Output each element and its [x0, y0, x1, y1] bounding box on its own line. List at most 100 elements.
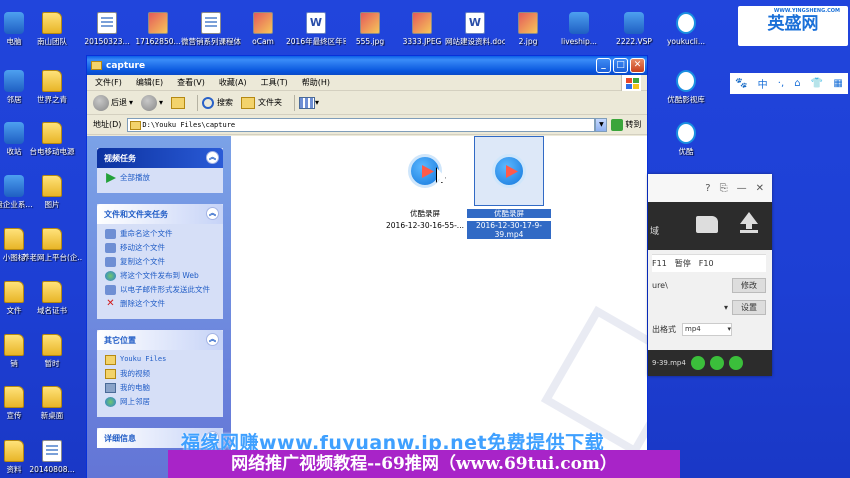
- minimize-button[interactable]: _: [596, 58, 611, 73]
- menu-file[interactable]: 文件(F): [95, 77, 122, 88]
- task-play-all[interactable]: 全部播放: [105, 173, 217, 183]
- desktop-icon[interactable]: 图片: [22, 175, 82, 209]
- desktop-icon[interactable]: 2222.VSP: [604, 12, 664, 46]
- play-circle-icon[interactable]: [690, 356, 705, 370]
- menu-help[interactable]: 帮助(H): [302, 77, 330, 88]
- desktop-icon[interactable]: 微营销系列课程体...: [181, 12, 241, 46]
- task-label: 复制这个文件: [120, 257, 165, 266]
- dropdown-arrow-icon[interactable]: ▾: [724, 303, 728, 312]
- back-button[interactable]: 后退 ▾: [93, 94, 133, 111]
- tool-button[interactable]: ⌂: [794, 78, 800, 89]
- place-network[interactable]: 网上邻居: [105, 397, 217, 407]
- format-value: mp4: [685, 325, 701, 333]
- search-button[interactable]: 搜索: [202, 96, 234, 109]
- folder-icon[interactable]: [696, 216, 718, 233]
- desktop-icon[interactable]: 暂时: [22, 334, 82, 368]
- desktop-icon[interactable]: 优酷影视库: [656, 70, 716, 104]
- menu-favorites[interactable]: 收藏(A): [219, 77, 247, 88]
- desktop-icon[interactable]: youkucli...: [656, 12, 716, 46]
- menu-edit[interactable]: 编辑(E): [136, 77, 163, 88]
- tool-button[interactable]: ·,: [778, 78, 784, 89]
- desktop-icon[interactable]: oCam: [233, 12, 293, 46]
- task-publish-web[interactable]: 将这个文件发布到 Web: [105, 271, 217, 281]
- desktop-icon[interactable]: 世界之青: [22, 70, 82, 104]
- place-my-computer[interactable]: 我的电脑: [105, 383, 217, 393]
- task-delete[interactable]: ✕ 删除这个文件: [105, 299, 217, 309]
- place-youku-files[interactable]: Youku Files: [105, 355, 217, 365]
- other-places-header[interactable]: 其它位置 ︽: [97, 330, 223, 350]
- file-item-selected[interactable]: 优酷录屏 2016-12-30-17-9-39.mp4: [467, 136, 551, 239]
- go-arrow-icon: [611, 118, 624, 131]
- desktop-icon[interactable]: W 网站建设资料.docx: [445, 12, 505, 46]
- task-pane: 视频任务 ︽ 全部播放 文件和文件夹任务 ︽ 重命名这个文件 移动这个文件 复制…: [87, 136, 231, 478]
- desktop-icon-label: 2222.VSP: [616, 37, 652, 46]
- folder-icon: [105, 369, 116, 379]
- desktop-icon[interactable]: 域名证书: [22, 281, 82, 315]
- search-label: 搜索: [217, 98, 234, 107]
- tool-button[interactable]: 🐾: [735, 78, 747, 89]
- desktop-icon-label: liveship...: [561, 37, 597, 46]
- desktop-icon[interactable]: 20140808...: [22, 440, 82, 474]
- desktop-icon[interactable]: liveship...: [549, 12, 609, 46]
- folders-button[interactable]: 文件夹: [241, 96, 282, 109]
- globe-icon: [105, 271, 116, 281]
- desktop-icon[interactable]: 新桌面: [22, 386, 82, 420]
- up-folder-icon: [171, 96, 186, 109]
- tool-button[interactable]: ▦: [833, 78, 842, 89]
- desktop-icon-label: 台电移动电源: [29, 147, 75, 156]
- close-icon[interactable]: ✕: [756, 183, 764, 194]
- img-icon: [360, 12, 380, 34]
- maximize-button[interactable]: □: [613, 58, 628, 73]
- tool-button[interactable]: 👕: [811, 78, 823, 89]
- help-icon[interactable]: ?: [705, 183, 710, 194]
- file-item[interactable]: 优酷录屏 2016-12-30-16-55-...: [383, 136, 467, 230]
- file-list[interactable]: 优酷录屏 2016-12-30-16-55-... 优酷录屏 2016-12-3…: [231, 136, 647, 478]
- address-input[interactable]: D:\Youku Files\capture: [127, 117, 596, 132]
- video-tasks-header[interactable]: 视频任务 ︽: [97, 148, 223, 168]
- forward-button[interactable]: ▾: [141, 94, 163, 111]
- video-tasks-panel: 视频任务 ︽ 全部播放: [97, 148, 223, 193]
- desktop-icon[interactable]: 17162850...: [128, 12, 188, 46]
- title-bar[interactable]: capture _ □ ✕: [87, 56, 647, 75]
- upload-circle-icon[interactable]: [709, 356, 724, 370]
- desktop-icon[interactable]: W 2016年最终区年审...: [286, 12, 346, 46]
- collapse-icon[interactable]: ︽: [206, 151, 219, 164]
- format-select[interactable]: mp4 ▾: [682, 322, 732, 336]
- go-label: 转到: [625, 120, 642, 129]
- tool-button[interactable]: 中: [758, 76, 768, 91]
- folder-icon: [4, 386, 24, 408]
- task-copy[interactable]: 复制这个文件: [105, 257, 217, 267]
- desktop-icon-label: 南山团队: [37, 37, 67, 46]
- explorer-window[interactable]: capture _ □ ✕ 文件(F) 编辑(E) 查看(V) 收藏(A) 工具…: [86, 55, 648, 478]
- close-button[interactable]: ✕: [630, 58, 645, 73]
- task-email[interactable]: 以电子邮件形式发送此文件: [105, 285, 217, 295]
- menu-view[interactable]: 查看(V): [177, 77, 205, 88]
- window-title: capture: [106, 60, 146, 71]
- desktop-icon[interactable]: 养老网上平台(企...: [22, 228, 82, 262]
- desktop-icon[interactable]: 555.jpg: [340, 12, 400, 46]
- desktop-icon[interactable]: 南山团队: [22, 12, 82, 46]
- go-button[interactable]: 转到: [611, 118, 642, 131]
- views-button[interactable]: ▾: [299, 96, 319, 109]
- youku-recorder-panel[interactable]: ? ⎘ — ✕ 域 F11 暂停 F10 ure\ 修改 ▾ 设置 出格式 mp…: [648, 174, 772, 376]
- menu-tools[interactable]: 工具(T): [261, 77, 288, 88]
- desktop-icon[interactable]: 台电移动电源: [22, 122, 82, 156]
- up-folder-button[interactable]: [171, 96, 186, 109]
- change-button[interactable]: 修改: [732, 277, 766, 293]
- settings-button[interactable]: 设置: [732, 299, 766, 315]
- collapse-icon[interactable]: ︽: [206, 207, 219, 220]
- close-circle-icon[interactable]: [728, 356, 743, 370]
- desktop-icon[interactable]: 3333.JPEG: [392, 12, 452, 46]
- minimize-icon[interactable]: —: [737, 183, 747, 194]
- upload-icon[interactable]: [740, 212, 758, 234]
- desktop-icon-label: 网站建设资料.docx: [445, 37, 505, 46]
- feedback-icon[interactable]: ⎘: [720, 183, 728, 194]
- task-move[interactable]: 移动这个文件: [105, 243, 217, 253]
- place-my-videos[interactable]: 我的视频: [105, 369, 217, 379]
- task-rename[interactable]: 重命名这个文件: [105, 229, 217, 239]
- delete-icon: ✕: [106, 298, 115, 309]
- address-dropdown[interactable]: ▼: [595, 117, 608, 132]
- collapse-icon[interactable]: ︽: [206, 333, 219, 346]
- desktop-icon[interactable]: 优酷: [656, 122, 716, 156]
- file-tasks-header[interactable]: 文件和文件夹任务 ︽: [97, 204, 223, 224]
